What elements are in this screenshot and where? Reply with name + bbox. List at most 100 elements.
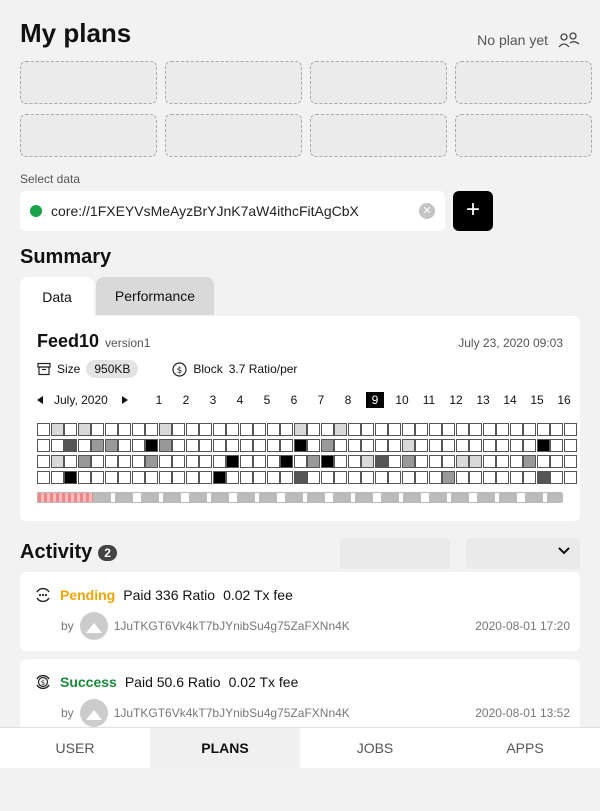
grid-cell <box>334 423 347 436</box>
grid-cell <box>415 423 428 436</box>
status-label: Pending <box>60 587 116 603</box>
grid-cell <box>455 471 469 484</box>
grid-cell <box>199 471 212 484</box>
feed-meta: Size 950KB $ Block 3.7 Ratio/per <box>37 360 297 378</box>
day-9[interactable]: 9 <box>366 392 384 408</box>
block-value: 3.7 Ratio/per <box>228 362 298 376</box>
add-data-button[interactable]: + <box>453 191 493 231</box>
plan-slot[interactable] <box>20 61 157 104</box>
grid-cell <box>415 455 428 468</box>
feed-name-text: Feed10 <box>37 331 100 351</box>
grid-cell <box>145 455 158 468</box>
grid-cell <box>388 455 401 468</box>
archive-icon <box>37 362 51 376</box>
day-5[interactable]: 5 <box>258 392 276 408</box>
day-10[interactable]: 10 <box>393 392 411 408</box>
data-select[interactable]: core://1FXEYVsMeAyzBrYJnK7aW4ithcFitAgCb… <box>20 191 445 231</box>
day-4[interactable]: 4 <box>231 392 249 408</box>
feed-date: July 23, 2020 09:03 <box>458 336 563 350</box>
grid-cell <box>91 439 104 452</box>
grid-cell <box>172 471 185 484</box>
grid-cell <box>347 423 361 436</box>
grid-cell <box>361 439 374 452</box>
grid-cell <box>253 455 266 468</box>
grid-cell <box>266 439 280 452</box>
timeline-bar <box>37 492 563 503</box>
activity-count-badge: 2 <box>98 544 117 561</box>
grid-cell <box>361 423 374 436</box>
plan-slot[interactable] <box>165 114 302 157</box>
plan-slot[interactable] <box>455 61 592 104</box>
plan-slots <box>20 61 592 157</box>
grid-cell <box>496 455 509 468</box>
grid-cell <box>266 471 280 484</box>
grid-cell <box>347 439 361 452</box>
day-13[interactable]: 13 <box>474 392 492 408</box>
grid-cell <box>104 423 118 436</box>
activity-title: Activity 2 <box>20 541 117 564</box>
grid-cell <box>64 423 77 436</box>
plan-slot[interactable] <box>310 61 447 104</box>
avatar <box>79 612 108 640</box>
grid-cell <box>212 455 226 468</box>
day-12[interactable]: 12 <box>447 392 465 408</box>
grid-cell <box>307 455 320 468</box>
grid-cell <box>199 423 212 436</box>
nav-jobs[interactable]: JOBS <box>300 728 450 768</box>
grid-cell <box>131 439 145 452</box>
timeline-segment <box>38 493 93 502</box>
day-1[interactable]: 1 <box>150 392 168 408</box>
grid-cell <box>334 471 347 484</box>
size-badge: 950KB <box>86 360 139 378</box>
nav-plans[interactable]: PLANS <box>150 728 300 768</box>
grid-cell <box>320 455 334 468</box>
clear-icon[interactable]: ✕ <box>419 203 435 219</box>
grid-cell <box>509 439 523 452</box>
grid-cell <box>482 471 496 484</box>
grid-cell <box>37 455 50 468</box>
tab-data[interactable]: Data <box>20 277 94 317</box>
plan-slot[interactable] <box>310 114 447 157</box>
day-8[interactable]: 8 <box>339 392 357 408</box>
filter-placeholder[interactable] <box>340 538 450 569</box>
day-7[interactable]: 7 <box>312 392 330 408</box>
prev-month-icon[interactable] <box>37 396 43 404</box>
grid-cell <box>455 423 469 436</box>
activity-card[interactable]: Pending Paid 336 Ratio 0.02 Tx fee by 1J… <box>20 572 580 651</box>
plan-slot[interactable] <box>165 61 302 104</box>
day-15[interactable]: 15 <box>528 392 546 408</box>
grid-cell <box>563 423 577 436</box>
activity-fee: 0.02 Tx fee <box>228 674 299 690</box>
summary-title: Summary <box>20 246 112 268</box>
grid-cell <box>64 471 77 484</box>
plan-slot[interactable] <box>20 114 157 157</box>
feed-version: version1 <box>105 336 151 350</box>
day-11[interactable]: 11 <box>420 392 438 408</box>
day-16[interactable]: 16 <box>555 392 573 408</box>
grid-cell <box>185 423 199 436</box>
grid-cell <box>509 423 523 436</box>
chevron-down-icon[interactable] <box>557 546 571 556</box>
day-2[interactable]: 2 <box>177 392 195 408</box>
grid-cell <box>158 439 172 452</box>
day-14[interactable]: 14 <box>501 392 519 408</box>
day-6[interactable]: 6 <box>285 392 303 408</box>
nav-user[interactable]: USER <box>0 728 150 768</box>
nav-apps[interactable]: APPS <box>450 728 600 768</box>
grid-cell <box>77 423 91 436</box>
plan-slot[interactable] <box>455 114 592 157</box>
status-dot <box>30 205 42 217</box>
grid-cell <box>185 455 199 468</box>
grid-cell <box>50 471 64 484</box>
grid-cell <box>280 423 293 436</box>
activity-time: 2020-08-01 13:52 <box>475 706 570 720</box>
grid-cell <box>523 471 536 484</box>
grid-cell <box>496 423 509 436</box>
grid-cell <box>104 471 118 484</box>
grid-cell <box>212 439 226 452</box>
next-month-icon[interactable] <box>122 396 128 404</box>
tab-performance[interactable]: Performance <box>96 277 214 315</box>
grid-cell <box>77 471 91 484</box>
grid-cell <box>415 471 428 484</box>
day-3[interactable]: 3 <box>204 392 222 408</box>
